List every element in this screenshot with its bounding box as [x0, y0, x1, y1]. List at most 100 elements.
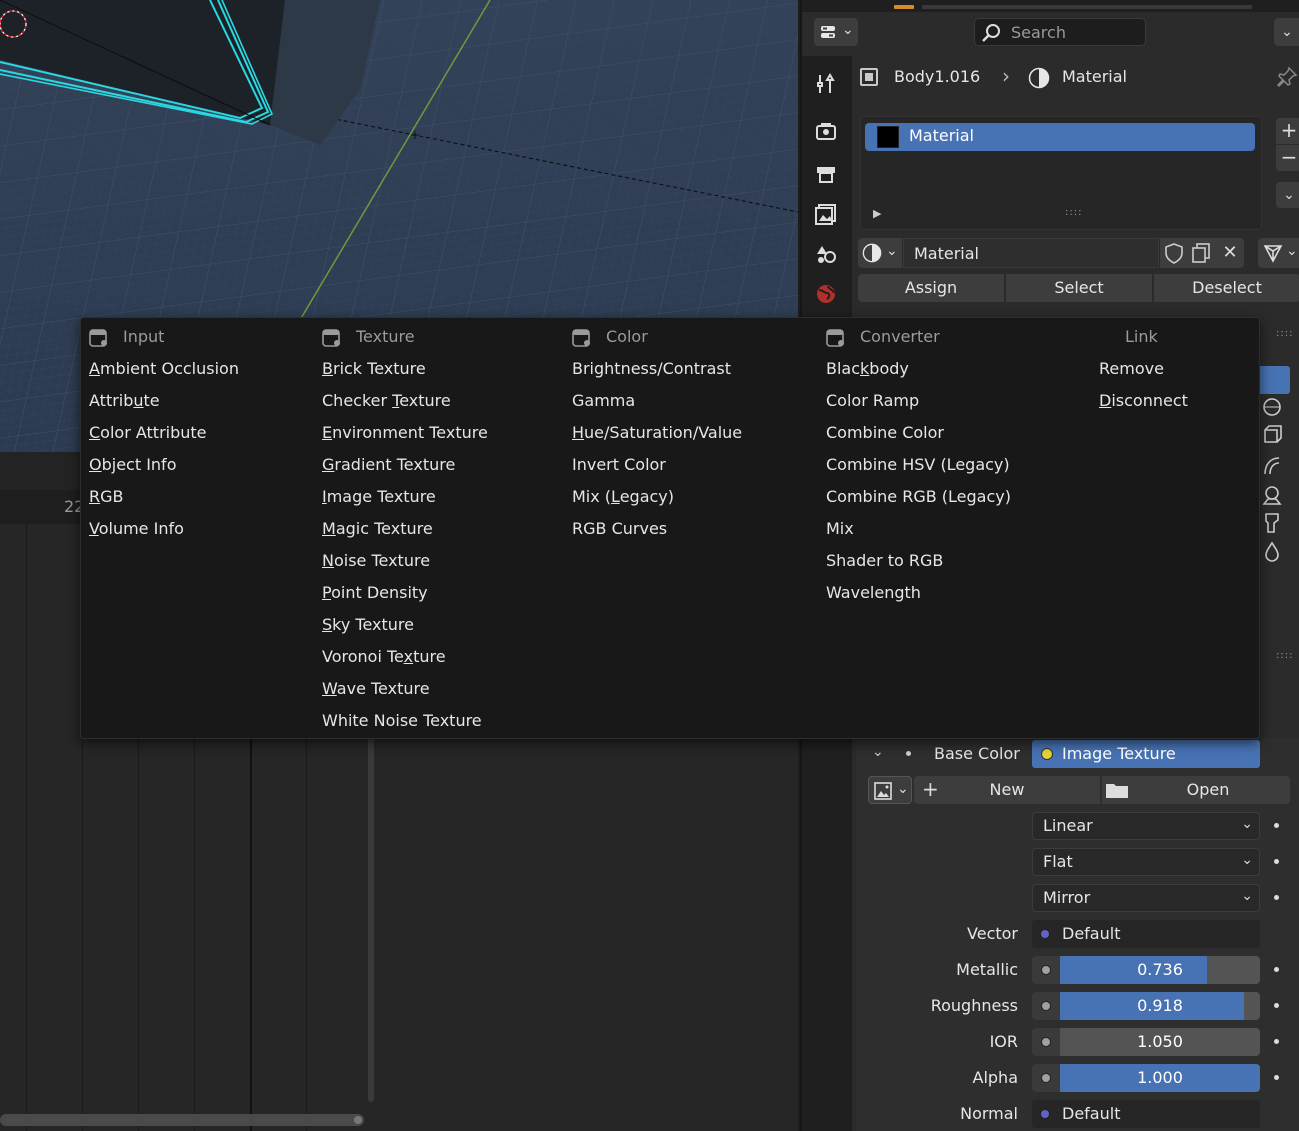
menu-item[interactable]: Object Info: [89, 450, 176, 480]
menu-item[interactable]: Disconnect: [1099, 386, 1188, 416]
alpha-slider[interactable]: 1.000: [1060, 1064, 1260, 1092]
extension-dropdown[interactable]: Mirror ⌄: [1032, 884, 1260, 912]
menu-item[interactable]: Ambient Occlusion: [89, 354, 239, 384]
fake-user-button[interactable]: [1160, 238, 1188, 268]
roughness-slider[interactable]: 0.918: [1060, 992, 1260, 1020]
menu-item[interactable]: Invert Color: [572, 450, 666, 480]
menu-item[interactable]: Sky Texture: [322, 610, 414, 640]
menu-item[interactable]: Brick Texture: [322, 354, 426, 384]
tool-tab-icon[interactable]: [814, 72, 838, 96]
world-tab-icon[interactable]: [814, 282, 838, 306]
search-field[interactable]: [974, 18, 1146, 46]
panel-grip-icon[interactable]: ::::: [1276, 328, 1293, 339]
menu-item[interactable]: Color Attribute: [89, 418, 207, 448]
slot-specials-button[interactable]: ⌄: [1276, 182, 1299, 208]
alpha-socket-button[interactable]: [1032, 1064, 1060, 1092]
menu-item[interactable]: RGB Curves: [572, 514, 667, 544]
keyframe-dot-icon[interactable]: [1274, 1075, 1279, 1080]
menu-item[interactable]: Point Density: [322, 578, 428, 608]
panel-grip-icon[interactable]: ::::: [1276, 650, 1293, 661]
menu-item[interactable]: RGB: [89, 482, 124, 512]
menu-item[interactable]: Noise Texture: [322, 546, 430, 576]
editor-type-button[interactable]: ⌄: [814, 18, 858, 46]
menu-item[interactable]: Wave Texture: [322, 674, 430, 704]
liquid-tool-icon[interactable]: [1260, 540, 1284, 566]
menu-item[interactable]: Remove: [1099, 354, 1164, 384]
metallic-slider[interactable]: 0.736: [1060, 956, 1260, 984]
menu-item[interactable]: Mix (Legacy): [572, 482, 674, 512]
options-dropdown-button[interactable]: ⌄: [1274, 18, 1299, 46]
expand-triangle-icon[interactable]: ▶: [873, 207, 881, 220]
menu-item[interactable]: Checker Texture: [322, 386, 451, 416]
menu-item-accelerator: E: [322, 423, 333, 442]
cube-tool-icon[interactable]: [1260, 422, 1284, 448]
base-color-link-button[interactable]: Image Texture: [1032, 740, 1260, 768]
resize-grip-icon[interactable]: ::::: [1065, 207, 1082, 218]
menu-item[interactable]: Voronoi Texture: [322, 642, 446, 672]
menu-item[interactable]: Combine Color: [826, 418, 944, 448]
vector-field[interactable]: Default: [1032, 920, 1260, 948]
sphere-tool-icon[interactable]: [1260, 394, 1284, 420]
chevron-down-icon[interactable]: ⌄: [872, 744, 884, 760]
open-image-button[interactable]: Open: [1102, 776, 1290, 804]
roughness-socket-button[interactable]: [1032, 992, 1060, 1020]
scene-tab-icon[interactable]: [814, 242, 838, 266]
horizontal-scrollbar[interactable]: [0, 1114, 364, 1126]
menu-item[interactable]: Combine RGB (Legacy): [826, 482, 1011, 512]
menu-item[interactable]: Attribute: [89, 386, 160, 416]
extension-value: Mirror: [1043, 888, 1091, 907]
search-input[interactable]: [1011, 21, 1141, 43]
vertical-scrollbar[interactable]: [368, 722, 374, 1102]
duplicate-material-button[interactable]: [1188, 238, 1216, 268]
ior-slider[interactable]: 1.050: [1060, 1028, 1260, 1056]
menu-item[interactable]: Color Ramp: [826, 386, 919, 416]
keyframe-dot-icon[interactable]: [1274, 967, 1279, 972]
hair-tool-icon[interactable]: [1260, 452, 1284, 478]
assign-button[interactable]: Assign: [858, 274, 1004, 302]
keyframe-dot-icon[interactable]: [1274, 1039, 1279, 1044]
menu-item[interactable]: Combine HSV (Legacy): [826, 450, 1010, 480]
scrollbar-handle[interactable]: [354, 1116, 362, 1124]
ior-socket-button[interactable]: [1032, 1028, 1060, 1056]
interpolation-dropdown[interactable]: Linear ⌄: [1032, 812, 1260, 840]
new-image-button[interactable]: + New: [914, 776, 1100, 804]
menu-item[interactable]: Shader to RGB: [826, 546, 943, 576]
unlink-material-button[interactable]: ✕: [1216, 238, 1244, 268]
normal-field[interactable]: Default: [1032, 1100, 1260, 1128]
pin-icon[interactable]: [1276, 66, 1298, 88]
menu-item-text: ky Texture: [332, 615, 414, 634]
menu-item[interactable]: Environment Texture: [322, 418, 488, 448]
keyframe-dot-icon[interactable]: [1274, 823, 1279, 828]
cloth-tool-icon[interactable]: [1260, 510, 1284, 536]
select-button[interactable]: Select: [1006, 274, 1152, 302]
menu-item[interactable]: White Noise Texture: [322, 706, 482, 736]
browse-image-button[interactable]: ⌄: [868, 776, 912, 804]
menu-item[interactable]: Volume Info: [89, 514, 184, 544]
deselect-button[interactable]: Deselect: [1154, 274, 1299, 302]
menu-item[interactable]: Gamma: [572, 386, 635, 416]
keyframe-dot-icon[interactable]: [1274, 859, 1279, 864]
menu-item[interactable]: Gradient Texture: [322, 450, 455, 480]
metallic-socket-button[interactable]: [1032, 956, 1060, 984]
menu-item[interactable]: Blackbody: [826, 354, 909, 384]
browse-material-button[interactable]: ⌄: [858, 238, 902, 268]
menu-item[interactable]: Image Texture: [322, 482, 436, 512]
projection-dropdown[interactable]: Flat ⌄: [1032, 848, 1260, 876]
material-slot-list[interactable]: Material ▶ ::::: [860, 116, 1262, 230]
menu-item[interactable]: Wavelength: [826, 578, 921, 608]
material-slot-item[interactable]: Material: [865, 123, 1255, 151]
menu-item[interactable]: Magic Texture: [322, 514, 433, 544]
shader-ball-tool-icon[interactable]: [1260, 482, 1284, 508]
menu-item[interactable]: Brightness/Contrast: [572, 354, 731, 384]
output-tab-icon[interactable]: [814, 162, 838, 186]
menu-item[interactable]: Hue/Saturation/Value: [572, 418, 742, 448]
menu-item[interactable]: Mix: [826, 514, 854, 544]
keyframe-dot-icon[interactable]: [1274, 895, 1279, 900]
material-name-field[interactable]: Material: [903, 238, 1159, 268]
link-type-button[interactable]: ⌄: [1258, 238, 1299, 268]
add-slot-button[interactable]: +: [1276, 118, 1299, 144]
keyframe-dot-icon[interactable]: [1274, 1003, 1279, 1008]
view-layer-tab-icon[interactable]: [814, 202, 838, 226]
render-tab-icon[interactable]: [814, 120, 838, 144]
remove-slot-button[interactable]: −: [1276, 145, 1299, 171]
